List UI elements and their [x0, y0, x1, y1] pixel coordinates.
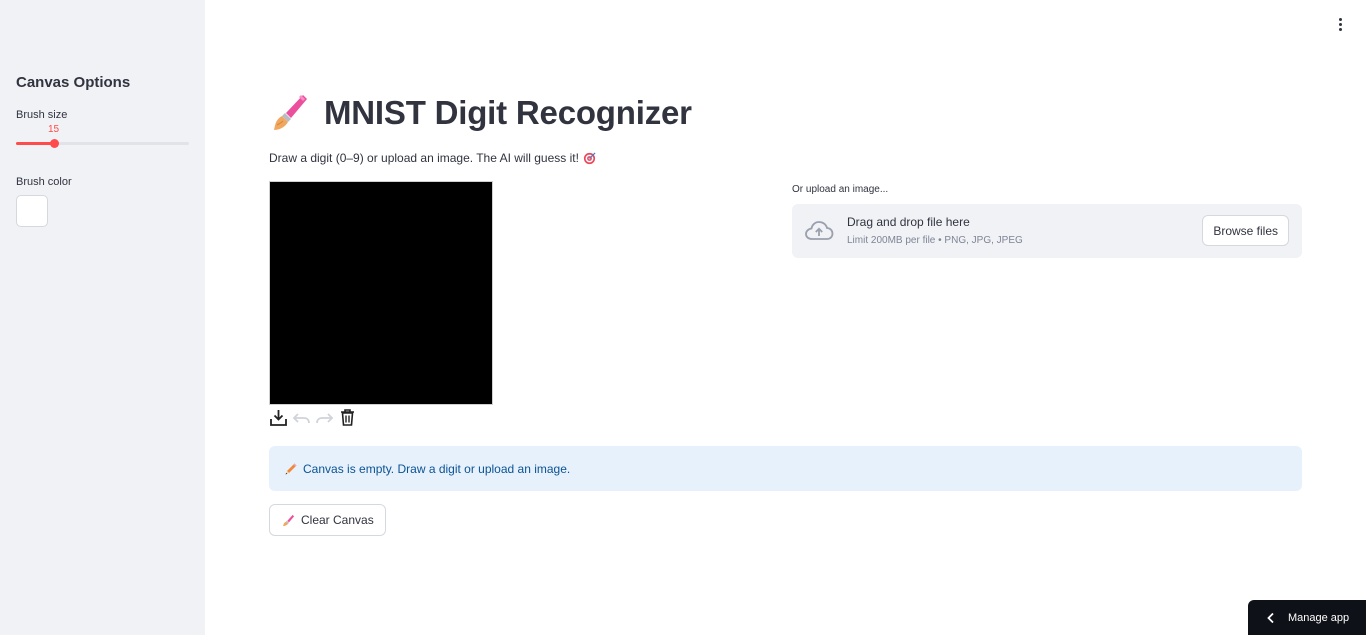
- brush-size-value: 15: [48, 124, 60, 135]
- brush-color-picker[interactable]: [16, 195, 48, 227]
- paintbrush-icon: [283, 514, 295, 526]
- subtitle-text: Draw a digit (0–9) or upload an image. T…: [269, 151, 579, 165]
- brush-size-slider[interactable]: [16, 139, 189, 148]
- paintbrush-icon: [274, 95, 307, 130]
- clear-canvas-button[interactable]: Clear Canvas: [269, 504, 386, 536]
- file-dropzone[interactable]: Drag and drop file here Limit 200MB per …: [792, 204, 1302, 258]
- sidebar-title: Canvas Options: [16, 74, 131, 91]
- info-alert: Canvas is empty. Draw a digit or upload …: [269, 446, 1302, 491]
- trash-icon[interactable]: [338, 408, 357, 427]
- browse-files-button[interactable]: Browse files: [1202, 215, 1289, 246]
- brush-color-label: Brush color: [16, 176, 72, 188]
- undo-icon[interactable]: [292, 408, 311, 427]
- target-icon: [583, 152, 596, 164]
- app-root: Canvas Options Brush size 15 Brush color…: [0, 0, 1366, 635]
- slider-fill: [16, 142, 55, 145]
- brush-size-label: Brush size: [16, 109, 68, 121]
- dropzone-limit: Limit 200MB per file • PNG, JPG, JPEG: [847, 235, 1023, 246]
- manage-app-button[interactable]: Manage app: [1248, 600, 1366, 635]
- upload-label: Or upload an image...: [792, 184, 889, 195]
- redo-icon[interactable]: [315, 408, 334, 427]
- download-icon[interactable]: [269, 408, 288, 427]
- kebab-menu-icon[interactable]: [1334, 15, 1346, 33]
- chevron-left-icon: [1267, 612, 1274, 623]
- page-header: MNIST Digit Recognizer: [270, 92, 692, 134]
- info-message: Canvas is empty. Draw a digit or upload …: [303, 461, 571, 476]
- canvas-toolbar: [269, 408, 357, 427]
- page-title: MNIST Digit Recognizer: [324, 94, 692, 131]
- manage-app-label: Manage app: [1288, 611, 1350, 624]
- clear-canvas-label: Clear Canvas: [301, 513, 374, 527]
- dropzone-text: Drag and drop file here: [847, 215, 970, 229]
- sidebar: Canvas Options Brush size 15 Brush color: [0, 0, 205, 635]
- subtitle: Draw a digit (0–9) or upload an image. T…: [269, 151, 596, 165]
- slider-thumb[interactable]: [50, 139, 60, 148]
- cloud-upload-icon: [805, 221, 834, 240]
- pencil-icon: [285, 463, 297, 474]
- drawing-canvas[interactable]: [269, 181, 493, 405]
